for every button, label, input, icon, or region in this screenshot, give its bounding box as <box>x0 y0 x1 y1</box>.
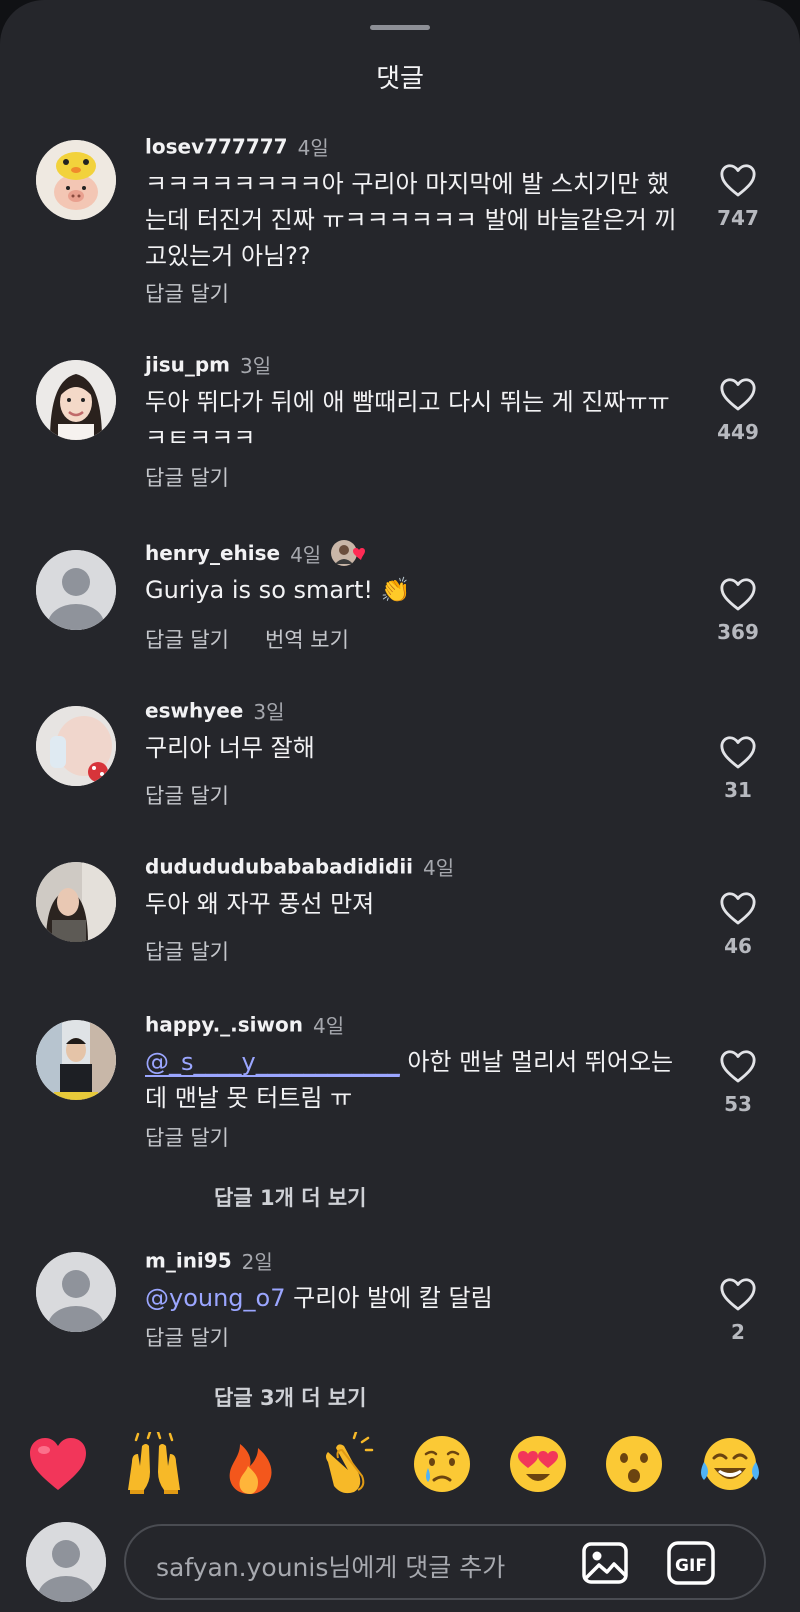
like-control: 46 <box>708 890 768 958</box>
like-control: 2 <box>708 1276 768 1344</box>
default-avatar[interactable] <box>36 1252 116 1332</box>
comment-meta: eswhyee 3일 <box>145 696 284 726</box>
username[interactable]: happy._.siwon <box>145 1013 303 1037</box>
heart-eyes-emoji-icon[interactable] <box>506 1432 570 1496</box>
comment-actions: 답글 달기 <box>145 1322 265 1352</box>
crying-face-emoji-icon[interactable] <box>410 1432 474 1496</box>
view-more-replies-button[interactable]: 답글 3개 더 보기 <box>214 1382 366 1412</box>
image-icon[interactable] <box>580 1538 630 1588</box>
emoji-reaction-bar <box>0 1432 800 1502</box>
username[interactable]: dudududubababadididii <box>145 855 413 879</box>
man-photo-avatar[interactable] <box>36 1020 116 1100</box>
comment-meta: henry_ehise 4일 <box>145 538 369 568</box>
svg-text:GIF: GIF <box>675 1556 707 1576</box>
timestamp: 2일 <box>241 1250 273 1274</box>
timestamp: 4일 <box>423 856 455 880</box>
gif-icon[interactable]: GIF <box>666 1538 716 1588</box>
username[interactable]: jisu_pm <box>145 353 230 377</box>
heart-outline-icon[interactable] <box>719 376 757 412</box>
comment-text: @_s____y____________ 아한 맨날 멀리서 뛰어오는데 맨날 … <box>145 1044 685 1116</box>
mention-link[interactable]: @_s____y____________ <box>145 1048 400 1076</box>
comment-actions: 답글 달기 <box>145 1122 265 1152</box>
comment-actions: 답글 달기 <box>145 936 265 966</box>
heart-outline-icon[interactable] <box>719 734 757 770</box>
like-control: 747 <box>708 162 768 230</box>
like-control: 31 <box>708 734 768 802</box>
timestamp: 4일 <box>312 1014 345 1038</box>
comment-actions: 답글 달기 번역 보기 <box>145 624 385 654</box>
comment-actions: 답글 달기 <box>145 780 265 810</box>
translate-button[interactable]: 번역 보기 <box>265 628 349 652</box>
view-more-replies-button[interactable]: 답글 1개 더 보기 <box>214 1182 366 1212</box>
reply-button[interactable]: 답글 달기 <box>145 940 229 964</box>
like-control: 449 <box>708 376 768 444</box>
tears-of-joy-emoji-icon[interactable] <box>698 1432 762 1496</box>
fire-emoji-icon[interactable] <box>218 1432 282 1496</box>
comment-text: 두아 뛰다가 뒤에 애 빰때리고 다시 뛰는 게 진짜ㅠㅠㅋㅌㅋㅋㅋ <box>145 388 670 452</box>
heart-emoji-icon[interactable] <box>26 1432 90 1496</box>
like-count: 53 <box>724 1092 752 1116</box>
default-avatar[interactable] <box>36 550 116 630</box>
like-count: 46 <box>724 934 752 958</box>
comment-meta: m_ini95 2일 <box>145 1246 273 1276</box>
mention-link[interactable]: @young_o7 <box>145 1284 286 1312</box>
clapping-hands-emoji-icon[interactable] <box>314 1432 378 1496</box>
heart-outline-icon[interactable] <box>719 576 757 612</box>
like-count: 31 <box>724 778 752 802</box>
comment-text: ㅋㅋㅋㅋㅋㅋㅋㅋ아 구리아 마지막에 발 스치기만 했는데 터진거 진짜 ㅠㅋㅋ… <box>145 170 677 270</box>
username[interactable]: m_ini95 <box>145 1249 232 1273</box>
comment-input-placeholder: safyan.younis님에게 댓글 추가 <box>156 1553 506 1582</box>
reply-button[interactable]: 답글 달기 <box>145 628 229 652</box>
reply-button[interactable]: 답글 달기 <box>145 282 229 306</box>
sheet-title: 댓글 <box>376 64 424 94</box>
timestamp: 3일 <box>253 700 285 724</box>
my-avatar[interactable] <box>26 1522 106 1602</box>
username[interactable]: henry_ehise <box>145 541 280 565</box>
timestamp: 4일 <box>290 542 322 567</box>
chick-hat-avatar[interactable] <box>36 140 116 220</box>
woman-photo-avatar[interactable] <box>36 360 116 440</box>
surprised-face-emoji-icon[interactable] <box>602 1432 666 1496</box>
reply-button[interactable]: 답글 달기 <box>145 1326 229 1350</box>
drag-handle[interactable] <box>370 25 430 30</box>
comment-text: 두아 왜 자꾸 풍선 만져 <box>145 890 375 918</box>
comment-text: Guriya is so smart! 👏 <box>145 576 411 604</box>
username[interactable]: eswhyee <box>145 699 243 723</box>
comment-meta: happy._.siwon 4일 <box>145 1010 344 1040</box>
comments-sheet: 댓글 losev777777 4일 ㅋㅋㅋㅋㅋㅋㅋㅋ아 구리아 마지막에 발 스치… <box>0 0 800 1612</box>
comment-text: @young_o7 구리아 발에 칼 달림 <box>145 1280 685 1316</box>
heart-outline-icon[interactable] <box>719 162 757 198</box>
creator-liked-heart-badge <box>329 538 369 568</box>
comment-body: 구리아 발에 칼 달림 <box>285 1284 493 1312</box>
person-photo-avatar[interactable] <box>36 862 116 942</box>
heart-outline-icon[interactable] <box>719 1048 757 1084</box>
reply-button[interactable]: 답글 달기 <box>145 466 229 490</box>
like-count: 2 <box>731 1320 745 1344</box>
reply-button[interactable]: 답글 달기 <box>145 784 229 808</box>
like-control: 369 <box>708 576 768 644</box>
like-count: 747 <box>717 206 759 230</box>
like-count: 369 <box>717 620 759 644</box>
comment-meta: losev777777 4일 <box>145 132 329 162</box>
timestamp: 4일 <box>297 136 329 160</box>
heart-outline-icon[interactable] <box>719 1276 757 1312</box>
like-count: 449 <box>717 420 759 444</box>
username[interactable]: losev777777 <box>145 135 288 159</box>
reply-button[interactable]: 답글 달기 <box>145 1126 229 1150</box>
comment-meta: dudududubababadididii 4일 <box>145 852 454 882</box>
raised-hands-emoji-icon[interactable] <box>122 1432 186 1496</box>
comment-text: 구리아 너무 잘해 <box>145 734 315 762</box>
baby-photo-avatar[interactable] <box>36 706 116 786</box>
timestamp: 3일 <box>240 354 272 378</box>
comment-meta: jisu_pm 3일 <box>145 350 271 380</box>
comment-input[interactable]: safyan.younis님에게 댓글 추가 GIF <box>124 1524 766 1600</box>
comment-composer: safyan.younis님에게 댓글 추가 GIF <box>0 1506 800 1612</box>
like-control: 53 <box>708 1048 768 1116</box>
heart-outline-icon[interactable] <box>719 890 757 926</box>
comment-actions: 답글 달기 <box>145 462 265 492</box>
comment-actions: 답글 달기 <box>145 278 265 308</box>
